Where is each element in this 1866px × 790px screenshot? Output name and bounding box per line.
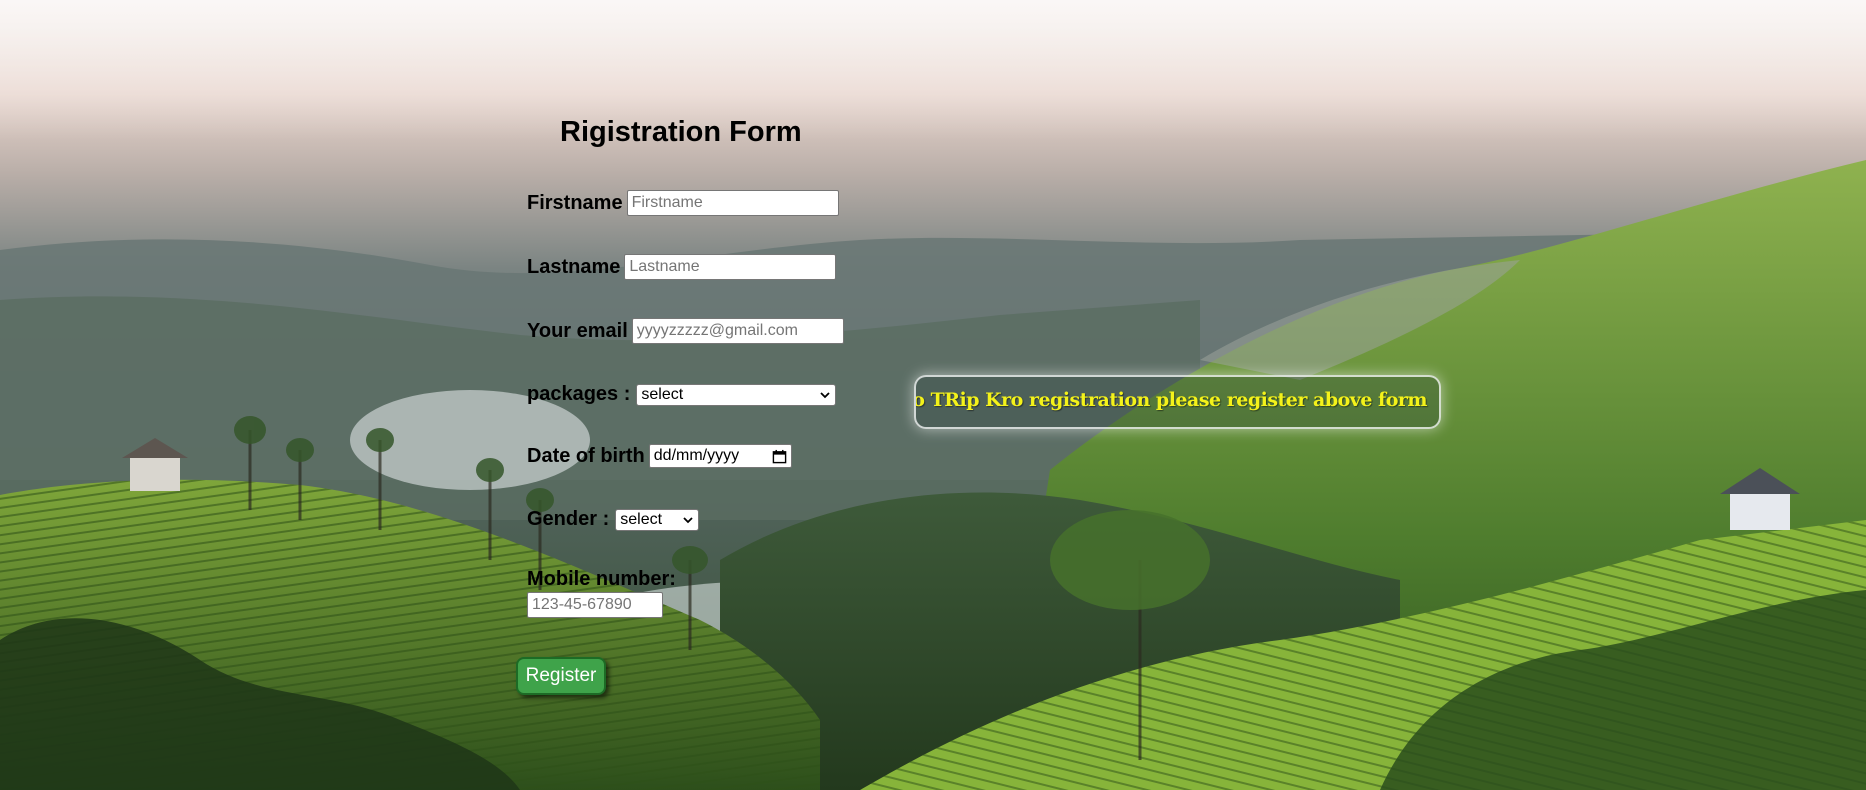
gender-selected-value: select [620, 510, 663, 528]
firstname-placeholder: Firstname [631, 194, 703, 211]
dob-label: Date of birth [527, 444, 645, 467]
firstname-row: Firstname Firstname [527, 190, 839, 216]
register-button[interactable]: Register [516, 657, 606, 695]
packages-select[interactable]: select [636, 383, 837, 406]
welcome-marquee: Welcome to TRip Kro registration please … [914, 375, 1441, 429]
email-row: Your email yyyyzzzzz@gmail.com [527, 318, 844, 344]
chevron-down-icon [820, 391, 831, 398]
mobile-input[interactable]: 123-45-67890 [527, 592, 663, 618]
packages-row: packages : select [527, 383, 837, 406]
lastname-placeholder: Lastname [629, 258, 700, 275]
email-input[interactable]: yyyyzzzzz@gmail.com [631, 318, 844, 344]
mobile-placeholder: 123-45-67890 [532, 596, 632, 613]
email-label: Your email [527, 319, 628, 342]
dob-input[interactable]: dd/mm/yyyy [648, 444, 792, 468]
dob-row: Date of birth dd/mm/yyyy [527, 444, 792, 468]
firstname-input[interactable]: Firstname [626, 190, 839, 216]
gender-select[interactable]: select [615, 508, 700, 531]
packages-label: packages : [527, 383, 631, 405]
calendar-icon[interactable] [772, 449, 787, 464]
gender-row: Gender : select [527, 508, 700, 531]
lastname-input[interactable]: Lastname [624, 254, 837, 280]
gender-label: Gender : [527, 508, 610, 530]
chevron-down-icon [683, 516, 693, 523]
mobile-label: Mobile number: [527, 568, 676, 590]
email-placeholder: yyyyzzzzz@gmail.com [636, 322, 798, 339]
dob-placeholder: dd/mm/yyyy [653, 447, 740, 464]
lastname-label: Lastname [527, 255, 621, 278]
lastname-row: Lastname Lastname [527, 254, 837, 280]
firstname-label: Firstname [527, 191, 623, 214]
marquee-text: Welcome to TRip Kro registration please … [916, 389, 1428, 411]
form-title: Rigistration Form [560, 116, 802, 148]
packages-selected-value: select [641, 385, 684, 403]
